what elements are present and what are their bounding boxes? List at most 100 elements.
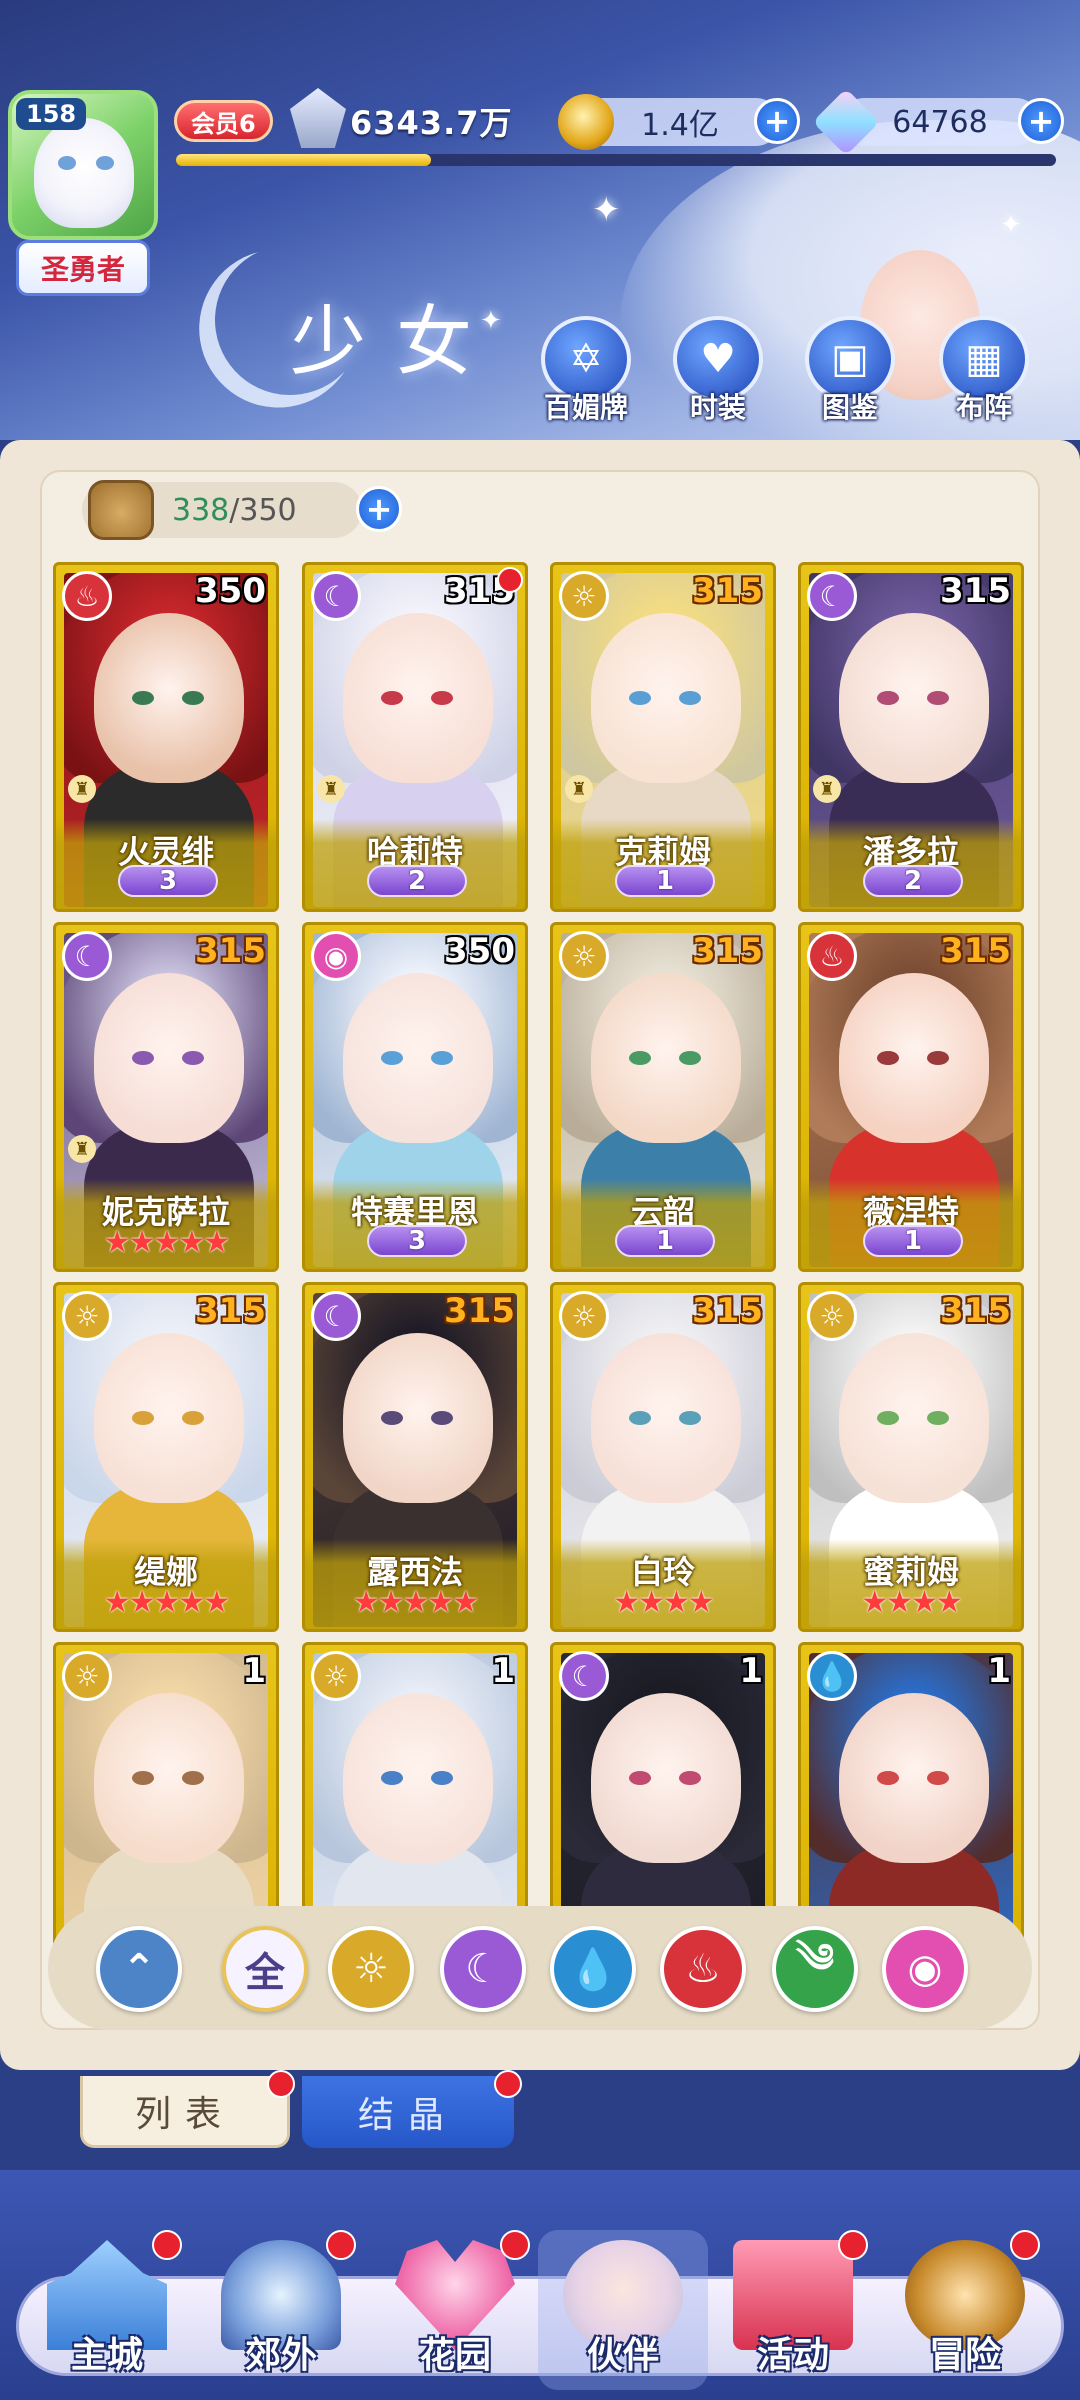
hero-card[interactable]: ◉ 350 特赛里恩 3 <box>302 922 528 1272</box>
sun-element-icon: ☼ <box>559 1291 609 1341</box>
hero-level: 1 <box>739 1651 763 1691</box>
portrait-face <box>839 1333 989 1503</box>
nav-label: 主城 <box>70 2335 143 2376</box>
hero-card[interactable]: ☼ 315 云韶 1 <box>550 922 776 1272</box>
portrait-eye <box>927 1771 949 1785</box>
fire-element-icon: ♨ <box>807 931 857 981</box>
moon-element-icon: ☾ <box>559 1651 609 1701</box>
sparkle-icon: ✦ <box>592 190 621 230</box>
top-nav-costume[interactable]: ♥ 时装 <box>668 316 768 426</box>
star-rating: ★★★★★ <box>103 1225 230 1260</box>
vip-badge[interactable]: 会员6 <box>174 100 273 142</box>
player-avatar[interactable]: 158 <box>8 90 158 240</box>
capacity-current: 338 <box>172 492 230 528</box>
formation-rook-icon: ♜ <box>68 775 96 803</box>
nav-gift-box[interactable]: 活动 <box>708 2230 878 2390</box>
hero-card[interactable]: ☼ 315 白玲 ★★★★ <box>550 1282 776 1632</box>
avatar-eye <box>58 156 76 170</box>
portrait-face <box>591 613 741 783</box>
nav-compass[interactable]: 冒险 <box>880 2230 1050 2390</box>
tab-list[interactable]: 列表 <box>80 2070 295 2148</box>
nav-label: 冒险 <box>928 2335 1001 2376</box>
nav-label: 郊外 <box>244 2335 317 2376</box>
top-nav-grid-formation[interactable]: ▦ 布阵 <box>934 316 1034 426</box>
tab-crystal[interactable]: 结晶 <box>302 2070 522 2148</box>
notification-dot <box>267 2070 295 2098</box>
filter-all-button[interactable]: 全 <box>222 1926 308 2012</box>
portrait-eye <box>877 1771 899 1785</box>
portrait-eye <box>182 691 204 705</box>
nav-castle[interactable]: 主城 <box>22 2230 192 2390</box>
hero-level: 350 <box>195 571 266 611</box>
nav-partner-portrait[interactable]: 伙伴 <box>538 2230 708 2390</box>
bag-icon <box>88 480 154 540</box>
awaken-wings-badge: 2 <box>863 865 963 897</box>
portrait-face <box>94 1693 244 1863</box>
portrait-eye <box>679 1771 701 1785</box>
combat-power-value: 6343.7万 <box>350 104 513 142</box>
awaken-wings-badge: 3 <box>367 1225 467 1257</box>
portrait-face <box>839 1693 989 1863</box>
notification-dot <box>326 2230 356 2260</box>
top-nav-card-deck[interactable]: ✡ 百媚牌 <box>536 316 636 426</box>
hero-level: 1 <box>491 1651 515 1691</box>
tab-list-label: 列表 <box>134 2093 235 2135</box>
portrait-eye <box>182 1411 204 1425</box>
sparkle-icon: ✦ <box>1000 210 1022 240</box>
hero-card[interactable]: ☼ 315 ♜ 克莉姆 1 <box>550 562 776 912</box>
hero-card[interactable]: ♨ 350 ♜ 火灵绯 3 <box>53 562 279 912</box>
awaken-wings-badge: 1 <box>615 865 715 897</box>
portrait-face <box>839 973 989 1143</box>
hero-card[interactable]: ☼ 315 缇娜 ★★★★★ <box>53 1282 279 1632</box>
portrait-eye <box>132 691 154 705</box>
nav-label: 花园 <box>418 2335 491 2376</box>
star-rating: ★★★★★ <box>352 1585 479 1620</box>
hero-card[interactable]: ♨ 315 薇涅特 1 <box>798 922 1024 1272</box>
collapse-up-icon: ⌃ <box>122 1946 156 1992</box>
moon-icon: ☾ <box>465 1946 501 1992</box>
filter-sun-button[interactable]: ☼ <box>328 1926 414 2012</box>
hero-card[interactable]: ☾ 315 ♜ 潘多拉 2 <box>798 562 1024 912</box>
hero-card[interactable]: ☾ 315 ♜ 哈莉特 2 <box>302 562 528 912</box>
filter-water-button[interactable]: 💧 <box>550 1926 636 2012</box>
expand-capacity-button[interactable]: + <box>356 486 402 532</box>
top-nav-book[interactable]: ▣ 图鉴 <box>800 316 900 426</box>
hero-level: 1 <box>987 1651 1011 1691</box>
hero-card[interactable]: ☼ 315 蜜莉姆 ★★★★ <box>798 1282 1024 1632</box>
star-rating: ★★★★★ <box>103 1585 230 1620</box>
portrait-eye <box>431 691 453 705</box>
filter-fire-button[interactable]: ♨ <box>660 1926 746 2012</box>
hero-level: 315 <box>444 1291 515 1331</box>
add-gems-button[interactable]: + <box>1018 98 1064 144</box>
notification-dot <box>1010 2230 1040 2260</box>
portrait-eye <box>431 1411 453 1425</box>
charm-icon: ◉ <box>907 1946 943 1992</box>
awaken-wings-badge: 2 <box>367 865 467 897</box>
experience-bar-fill <box>176 154 432 166</box>
hero-card[interactable]: ☾ 315 露西法 ★★★★★ <box>302 1282 528 1632</box>
nav-portal[interactable]: 郊外 <box>196 2230 366 2390</box>
sun-element-icon: ☼ <box>311 1651 361 1701</box>
player-title-badge[interactable]: 圣勇者 <box>16 240 150 296</box>
nav-label: 伙伴 <box>586 2335 659 2376</box>
portrait-eye <box>629 1051 651 1065</box>
portrait-eye <box>381 691 403 705</box>
filter-collapse-button[interactable]: ⌃ <box>96 1926 182 2012</box>
sun-icon: ☼ <box>353 1946 389 1992</box>
nav-heart-garden[interactable]: 花园 <box>370 2230 540 2390</box>
gold-value: 1.4亿 <box>641 108 719 143</box>
add-gold-button[interactable]: + <box>754 98 800 144</box>
avatar-face <box>34 118 134 228</box>
hero-card[interactable]: ☾ 315 ♜ 妮克萨拉 ★★★★★ <box>53 922 279 1272</box>
avatar-eye <box>96 156 114 170</box>
filter-moon-button[interactable]: ☾ <box>440 1926 526 2012</box>
water-element-icon: 💧 <box>807 1651 857 1701</box>
portrait-eye <box>431 1051 453 1065</box>
hero-level: 315 <box>940 1291 1011 1331</box>
formation-rook-icon: ♜ <box>565 775 593 803</box>
tab-crystal-label: 结晶 <box>357 2095 458 2136</box>
fire-icon: ♨ <box>685 1946 721 1992</box>
filter-wind-button[interactable]: ༄ <box>772 1926 858 2012</box>
filter-pink-button[interactable]: ◉ <box>882 1926 968 2012</box>
hero-level: 350 <box>444 931 515 971</box>
